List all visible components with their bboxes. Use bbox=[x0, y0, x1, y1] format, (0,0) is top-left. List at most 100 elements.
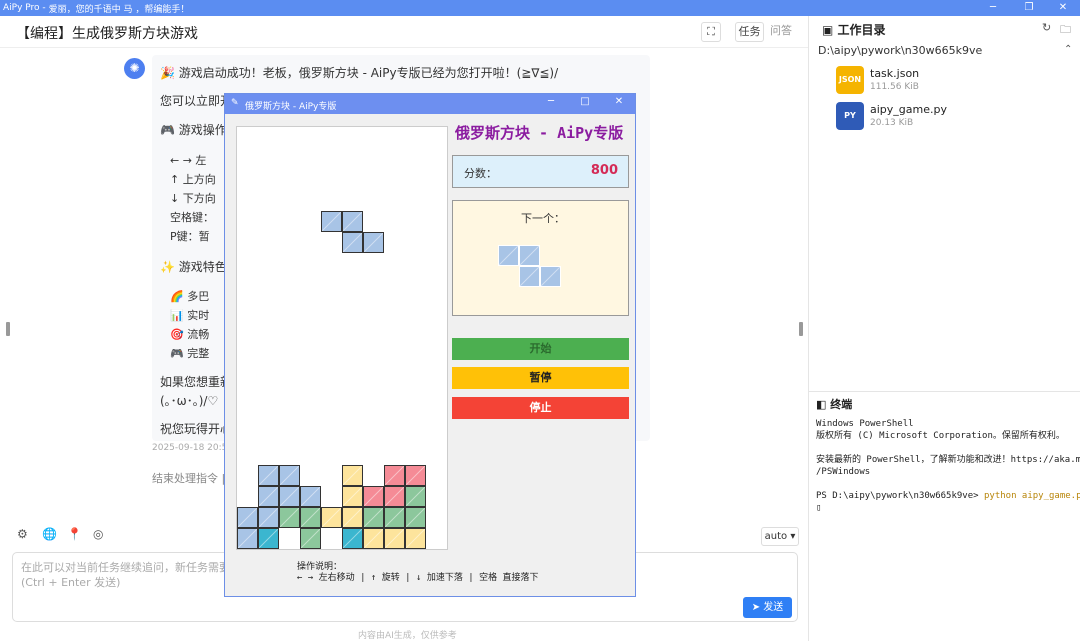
page-title: 【编程】生成俄罗斯方块游戏 bbox=[16, 26, 198, 42]
json-file-icon: JSON bbox=[836, 66, 864, 94]
game-window-title: 俄罗斯方块 - AiPy专版 bbox=[245, 102, 337, 112]
terminal-line: 版权所有 (C) Microsoft Corporation。保留所有权利。 bbox=[816, 431, 1065, 441]
list-item: 🎮 完整 bbox=[170, 347, 210, 360]
falling-block bbox=[342, 232, 363, 253]
stack-block bbox=[258, 465, 279, 486]
message-line: 祝您玩得开心 bbox=[160, 422, 233, 436]
left-resize-handle[interactable] bbox=[6, 322, 10, 336]
file-item[interactable]: JSON task.json 111.56 KiB bbox=[836, 66, 1036, 96]
terminal-line: 安装最新的 PowerShell，了解新功能和改进！https://aka.ms bbox=[816, 455, 1080, 465]
app-title: AiPy Pro - bbox=[3, 3, 46, 13]
next-piece-block bbox=[540, 266, 561, 287]
folder-icon[interactable]: 🗀 bbox=[1060, 21, 1071, 40]
list-item: 空格键： bbox=[170, 211, 214, 224]
tab-task[interactable]: 任务 bbox=[735, 22, 764, 42]
globe-icon[interactable]: 🌐 bbox=[42, 527, 57, 541]
feather-icon: ✎ bbox=[231, 98, 239, 108]
close-icon[interactable]: ✕ bbox=[1048, 0, 1078, 16]
next-label: 下一个： bbox=[521, 212, 565, 225]
ai-disclaimer: 内容由AI生成，仅供参考 bbox=[358, 631, 457, 641]
list-item: P键：暂 bbox=[170, 230, 210, 243]
falling-block bbox=[363, 232, 384, 253]
stack-block bbox=[384, 528, 405, 549]
message-line: (｡･ω･｡)/♡ bbox=[160, 394, 219, 408]
terminal-title: ◧ 终端 bbox=[816, 398, 853, 411]
chevron-up-icon[interactable]: ⌃ bbox=[1064, 44, 1072, 55]
game-board[interactable] bbox=[236, 126, 448, 550]
score-label: 分数： bbox=[464, 167, 497, 180]
stack-block bbox=[258, 486, 279, 507]
falling-block bbox=[342, 211, 363, 232]
workdir-title-label: 工作目录 bbox=[837, 23, 886, 37]
section-heading: ✨ 游戏特色 bbox=[160, 260, 227, 274]
workdir-title: ▣ 工作目录 bbox=[822, 23, 886, 37]
list-item: 🌈 多巴 bbox=[170, 290, 210, 303]
score-box: 分数： 800 bbox=[452, 155, 629, 188]
stack-block bbox=[342, 465, 363, 486]
stack-block bbox=[363, 507, 384, 528]
mode-select[interactable]: auto ▾ bbox=[761, 527, 799, 546]
falling-block bbox=[321, 211, 342, 232]
terminal-line: /PSWindows bbox=[816, 467, 871, 477]
pause-button[interactable]: 暂停 bbox=[452, 367, 629, 389]
divider bbox=[809, 391, 1080, 392]
file-item[interactable]: PY aipy_game.py 20.13 KiB bbox=[836, 102, 1036, 132]
app-status: 爱丽，您的千语中 马 ，帮编能手！ bbox=[48, 4, 190, 15]
minimize-icon[interactable]: ─ bbox=[541, 96, 561, 107]
stack-block bbox=[237, 528, 258, 549]
terminal-output[interactable]: Windows PowerShell 版权所有 (C) Microsoft Cor… bbox=[816, 418, 1080, 514]
stack-block bbox=[363, 486, 384, 507]
stop-button[interactable]: 停止 bbox=[452, 397, 629, 419]
start-button[interactable]: 开始 bbox=[452, 338, 629, 360]
message-line: 🎉 游戏启动成功！老板，俄罗斯方块 - AiPy专版已经为您打开啦！(≧∇≦)/ bbox=[160, 66, 559, 80]
python-file-icon: PY bbox=[836, 102, 864, 130]
bot-avatar: ✺ bbox=[124, 58, 145, 79]
maximize-icon[interactable]: □ bbox=[575, 96, 595, 107]
stack-block bbox=[363, 528, 384, 549]
list-item: ← → 左 bbox=[170, 154, 207, 167]
stack-block bbox=[300, 528, 321, 549]
message-line: 如果您想重新 bbox=[160, 375, 233, 389]
stack-block bbox=[342, 486, 363, 507]
stack-block bbox=[258, 507, 279, 528]
maximize-icon[interactable]: ❐ bbox=[1014, 0, 1044, 16]
game-window: ✎ 俄罗斯方块 - AiPy专版 ─ □ ✕ 俄罗斯方块 - AiPy专版 分数… bbox=[224, 93, 636, 597]
plugin-icon[interactable]: ⚙ bbox=[17, 527, 28, 541]
refresh-icon[interactable]: ↻ bbox=[1042, 21, 1051, 34]
next-piece-block bbox=[519, 245, 540, 266]
chat-header: 【编程】生成俄罗斯方块游戏 ⛶ 任务 问答 bbox=[0, 16, 808, 48]
stack-block bbox=[342, 528, 363, 549]
instructions: 操作说明： ← → 左右移动 | ↑ 旋转 | ↓ 加速下落 | 空格 直接落下 bbox=[297, 562, 539, 583]
stack-block bbox=[300, 507, 321, 528]
stack-block bbox=[405, 528, 426, 549]
close-icon[interactable]: ✕ bbox=[609, 96, 629, 107]
minimize-icon[interactable]: ─ bbox=[978, 0, 1008, 16]
location-icon[interactable]: 📍 bbox=[67, 527, 82, 541]
stack-block bbox=[237, 507, 258, 528]
send-button[interactable]: ➤ 发送 bbox=[743, 597, 792, 618]
game-title: 俄罗斯方块 - AiPy专版 bbox=[455, 124, 624, 142]
tab-qa[interactable]: 问答 bbox=[767, 22, 795, 42]
terminal-cursor: ▯ bbox=[816, 503, 822, 513]
terminal-line: PS D:\aipy\pywork\n30w665k9ve> python ai… bbox=[816, 490, 1080, 502]
file-name: task.json bbox=[870, 67, 920, 80]
stack-block bbox=[384, 486, 405, 507]
file-name: aipy_game.py bbox=[870, 103, 947, 116]
file-size: 20.13 KiB bbox=[870, 118, 914, 128]
timestamp: 2025-09-18 20:59 bbox=[152, 443, 234, 453]
stack-block bbox=[279, 465, 300, 486]
stack-block bbox=[321, 507, 342, 528]
terminal-line: Windows PowerShell bbox=[816, 419, 914, 429]
expand-icon[interactable]: ⛶ bbox=[701, 22, 721, 42]
broadcast-icon[interactable]: ◎ bbox=[93, 527, 103, 541]
stack-block bbox=[405, 486, 426, 507]
stack-block bbox=[405, 507, 426, 528]
next-piece-block bbox=[498, 245, 519, 266]
stack-block bbox=[258, 528, 279, 549]
input-placeholder: 在此可以对当前任务继续追问，新任务需要重新 (Ctrl + Enter 发送) bbox=[21, 561, 252, 589]
next-piece-block bbox=[519, 266, 540, 287]
game-window-titlebar[interactable]: ✎ 俄罗斯方块 - AiPy专版 ─ □ ✕ bbox=[225, 94, 635, 114]
right-resize-handle[interactable] bbox=[799, 322, 803, 336]
terminal-title-label: 终端 bbox=[830, 398, 853, 411]
